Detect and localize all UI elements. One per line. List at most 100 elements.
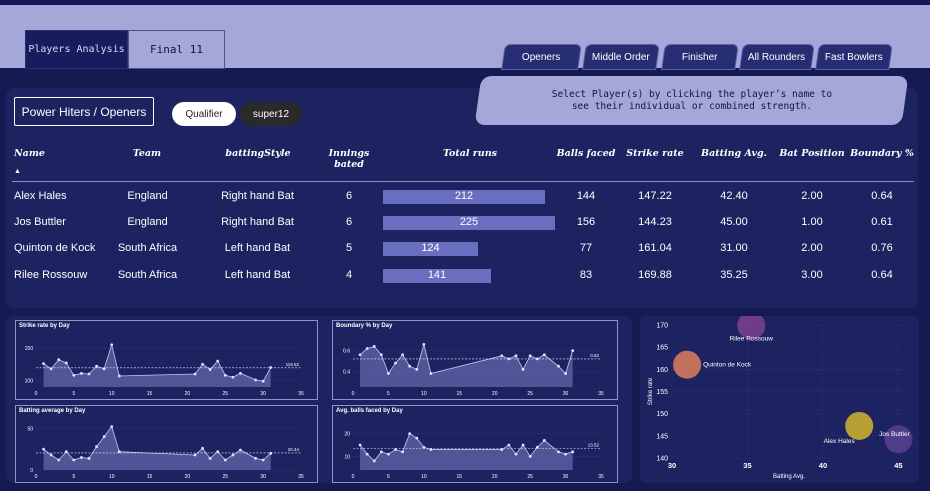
data-point[interactable] <box>415 436 419 440</box>
data-point[interactable] <box>87 372 91 376</box>
data-point[interactable] <box>514 452 518 456</box>
player-name-link[interactable]: Rilee Rossouw <box>14 269 124 281</box>
data-point[interactable] <box>208 368 212 371</box>
data-point[interactable] <box>372 459 376 463</box>
data-point[interactable] <box>80 456 83 459</box>
header-batting-avg[interactable]: Batting Avg. <box>698 148 770 159</box>
data-point[interactable] <box>365 452 369 456</box>
data-point[interactable] <box>42 362 45 365</box>
data-point[interactable] <box>72 458 76 462</box>
data-point[interactable] <box>542 439 546 442</box>
data-point[interactable] <box>571 450 575 454</box>
data-point[interactable] <box>231 375 235 379</box>
data-point[interactable] <box>528 454 532 458</box>
data-point[interactable] <box>231 453 235 457</box>
data-point[interactable] <box>521 367 525 371</box>
data-point[interactable] <box>500 354 504 358</box>
data-point[interactable] <box>401 353 404 357</box>
data-point[interactable] <box>514 354 518 358</box>
data-point[interactable] <box>254 456 257 460</box>
data-point[interactable] <box>358 443 362 447</box>
data-point[interactable] <box>239 448 242 452</box>
data-point[interactable] <box>422 342 426 346</box>
nav-finisher-button[interactable]: Finisher <box>661 44 739 70</box>
data-point[interactable] <box>261 379 265 383</box>
data-point[interactable] <box>110 343 114 347</box>
player-name-link[interactable]: Jos Buttler <box>14 216 124 228</box>
data-point[interactable] <box>269 451 273 455</box>
header-bat-position[interactable]: Bat Position <box>778 148 846 159</box>
player-name-link[interactable]: Alex Hales <box>14 190 124 202</box>
header-boundary-pct[interactable]: Boundary % <box>848 148 916 159</box>
player-bubble[interactable] <box>845 411 874 440</box>
data-point[interactable] <box>223 373 227 377</box>
data-point[interactable] <box>117 374 121 378</box>
nav-all-rounders-button[interactable]: All Rounders <box>739 44 815 70</box>
data-point[interactable] <box>201 362 204 366</box>
data-point[interactable] <box>408 364 412 368</box>
data-point[interactable] <box>408 432 412 436</box>
data-point[interactable] <box>49 453 53 457</box>
data-point[interactable] <box>208 456 212 460</box>
data-point[interactable] <box>387 372 390 375</box>
data-point[interactable] <box>387 452 390 456</box>
data-point[interactable] <box>507 443 511 447</box>
data-point[interactable] <box>201 446 204 450</box>
qualifier-filter-button[interactable]: Qualifier <box>172 102 236 126</box>
data-point[interactable] <box>521 443 525 447</box>
data-point[interactable] <box>57 458 61 462</box>
header-balls-faced[interactable]: Balls faced <box>554 148 618 159</box>
data-point[interactable] <box>269 366 273 369</box>
header-innings-bated[interactable]: Innings bated <box>324 148 374 170</box>
data-point[interactable] <box>254 378 257 382</box>
data-point[interactable] <box>365 347 369 350</box>
data-point[interactable] <box>415 367 419 371</box>
data-point[interactable] <box>571 349 575 352</box>
data-point[interactable] <box>110 425 114 429</box>
data-point[interactable] <box>193 372 197 376</box>
data-point[interactable] <box>64 450 68 454</box>
data-point[interactable] <box>64 361 68 365</box>
header-batting-style[interactable]: battingStyle <box>218 148 298 159</box>
data-point[interactable] <box>372 345 376 348</box>
player-name-link[interactable]: Quinton de Kock <box>14 242 124 254</box>
data-point[interactable] <box>223 458 227 462</box>
header-team[interactable]: Team <box>117 148 177 159</box>
tab-final-11[interactable]: Final 11 <box>128 30 225 69</box>
nav-openers-button[interactable]: Openers <box>501 44 582 70</box>
power-hitters-openers-button[interactable]: Power Hiters / Openers <box>14 97 154 126</box>
nav-fast-bowlers-button[interactable]: Fast Bowlers <box>815 44 893 70</box>
data-point[interactable] <box>401 450 404 454</box>
data-point[interactable] <box>87 456 91 460</box>
data-point[interactable] <box>95 364 98 368</box>
data-point[interactable] <box>57 358 61 362</box>
header-name[interactable]: Name <box>14 148 74 159</box>
data-point[interactable] <box>95 445 98 449</box>
data-point[interactable] <box>216 359 220 363</box>
data-point[interactable] <box>102 435 106 439</box>
data-point[interactable] <box>542 353 546 357</box>
data-point[interactable] <box>557 364 560 368</box>
data-point[interactable] <box>216 450 220 454</box>
data-point[interactable] <box>528 354 532 358</box>
header-total-runs[interactable]: Total runs <box>430 148 510 159</box>
data-point[interactable] <box>564 452 567 456</box>
data-point[interactable] <box>42 447 45 451</box>
player-bubble[interactable] <box>673 350 702 379</box>
sort-ascending-icon[interactable]: ▲ <box>14 168 21 175</box>
data-point[interactable] <box>80 371 83 375</box>
data-point[interactable] <box>394 361 397 365</box>
player-bubble[interactable] <box>884 425 913 454</box>
data-point[interactable] <box>564 372 567 375</box>
data-point[interactable] <box>429 372 433 375</box>
data-point[interactable] <box>193 453 197 457</box>
data-point[interactable] <box>261 458 265 462</box>
data-point[interactable] <box>557 450 560 454</box>
data-point[interactable] <box>72 373 76 377</box>
data-point[interactable] <box>117 450 121 454</box>
header-strike-rate[interactable]: Strike rate <box>624 148 686 159</box>
super12-filter-button[interactable]: super12 <box>240 102 302 126</box>
tab-players-analysis[interactable]: Players Analysis <box>25 30 128 69</box>
nav-middle-order-button[interactable]: Middle Order <box>582 44 660 70</box>
data-point[interactable] <box>239 371 242 375</box>
